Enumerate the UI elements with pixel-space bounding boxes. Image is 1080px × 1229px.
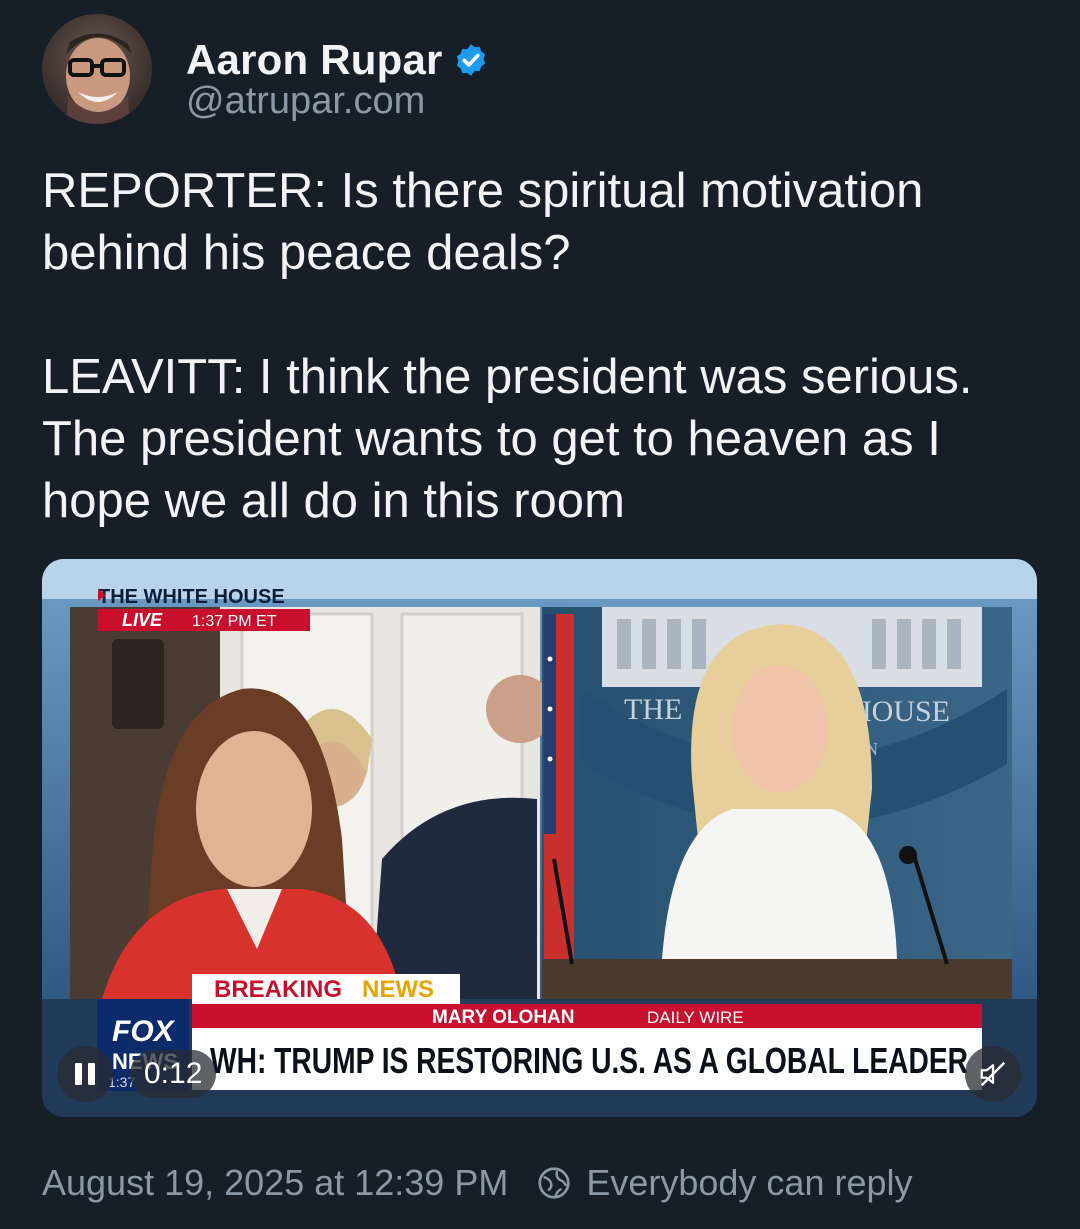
network-logo-top: FOX xyxy=(112,1015,176,1048)
avatar[interactable] xyxy=(42,14,152,124)
reply-audience-icon xyxy=(538,1167,570,1199)
post-text: REPORTER: Is there spiritual motivation … xyxy=(42,164,973,528)
headline: WH: TRUMP IS RESTORING U.S. AS A GLOBAL … xyxy=(210,1040,968,1081)
video-player[interactable]: THE HOUSE ON THE WHITE HOUSE LIVE 1:37 P… xyxy=(42,559,1037,1117)
speaker-muted-icon xyxy=(980,1061,1006,1087)
mute-button[interactable] xyxy=(965,1046,1021,1102)
verified-icon xyxy=(456,44,485,76)
post-timestamp[interactable]: August 19, 2025 at 12:39 PM xyxy=(42,1162,508,1204)
live-label: LIVE xyxy=(122,610,163,630)
post-header: Aaron Rupar @atrupar.com xyxy=(42,14,1042,126)
post-footer: August 19, 2025 at 12:39 PM Everybody ca… xyxy=(42,1162,913,1204)
news-label: NEWS xyxy=(362,976,434,1003)
seal-text-left: THE xyxy=(624,693,682,726)
pause-icon xyxy=(75,1063,82,1085)
author-name-row: Aaron Rupar xyxy=(186,36,489,84)
outlet-credit: DAILY WIRE xyxy=(647,1008,744,1027)
video-frame: THE HOUSE ON THE WHITE HOUSE LIVE 1:37 P… xyxy=(42,559,1037,1117)
location-label: THE WHITE HOUSE xyxy=(98,586,285,608)
pause-button[interactable] xyxy=(57,1046,113,1102)
reply-setting-label: Everybody can reply xyxy=(586,1162,913,1203)
author-handle[interactable]: @atrupar.com xyxy=(186,80,425,123)
reply-setting: Everybody can reply xyxy=(536,1162,913,1204)
live-time: 1:37 PM ET xyxy=(192,613,277,630)
breaking-label: BREAKING xyxy=(214,976,342,1003)
author-name[interactable]: Aaron Rupar xyxy=(186,36,443,84)
video-elapsed-time: 0:12 xyxy=(130,1050,217,1098)
reporter-credit: MARY OLOHAN xyxy=(432,1007,575,1028)
